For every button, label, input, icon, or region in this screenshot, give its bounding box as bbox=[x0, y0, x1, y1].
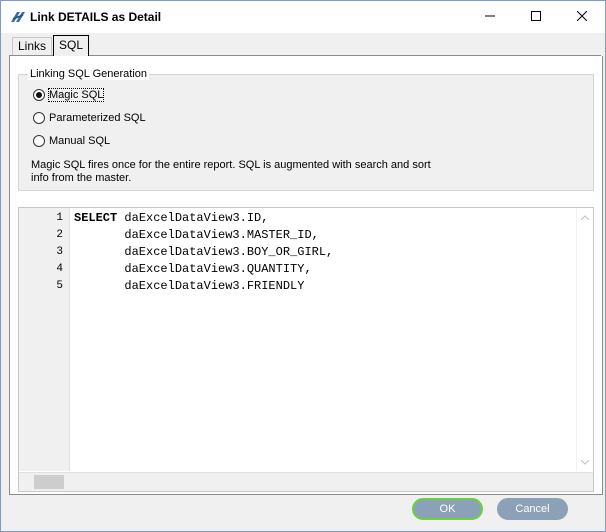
linking-sql-generation-group: Magic SQL Parameterized SQL Manual SQL M… bbox=[18, 74, 594, 191]
description-line-2: info from the master. bbox=[31, 172, 132, 184]
ok-button[interactable]: OK bbox=[412, 498, 483, 520]
line-number: 5 bbox=[56, 280, 63, 292]
line-number: 2 bbox=[56, 229, 63, 241]
title-bar[interactable]: Link DETAILS as Detail bbox=[1, 1, 605, 33]
code-text: daExcelDataView3.MASTER_ID, bbox=[74, 228, 319, 242]
tab-sql[interactable]: SQL bbox=[53, 35, 90, 57]
code-text: daExcelDataView3.FRIENDLY bbox=[74, 279, 305, 293]
horizontal-scrollbar[interactable] bbox=[19, 472, 593, 491]
radio-label-magic-sql[interactable]: Magic SQL bbox=[47, 88, 105, 102]
radio-label-parameterized-sql[interactable]: Parameterized SQL bbox=[49, 112, 146, 124]
scroll-up-icon[interactable] bbox=[577, 210, 593, 224]
maximize-icon bbox=[531, 10, 541, 24]
code-line: daExcelDataView3.FRIENDLY bbox=[74, 279, 304, 293]
code-text: daExcelDataView3.BOY_OR_GIRL, bbox=[74, 245, 334, 259]
minimize-button[interactable] bbox=[467, 1, 513, 33]
code-text: daExcelDataView3.QUANTITY, bbox=[74, 262, 312, 276]
dialog-window: Link DETAILS as Detail Links SQL Magic S… bbox=[0, 0, 606, 532]
code-line: daExcelDataView3.BOY_OR_GIRL, bbox=[74, 245, 333, 259]
description-text: Magic SQL fires once for the entire repo… bbox=[31, 159, 451, 185]
code-line: daExcelDataView3.QUANTITY, bbox=[74, 262, 312, 276]
sql-editor[interactable]: 1 2 3 4 5 SELECT daExcelDataView3.ID, da… bbox=[18, 207, 594, 492]
cancel-button[interactable]: Cancel bbox=[497, 498, 568, 520]
scroll-down-icon[interactable] bbox=[577, 455, 593, 469]
window-title: Link DETAILS as Detail bbox=[30, 10, 162, 24]
line-number-gutter: 1 2 3 4 5 bbox=[19, 208, 70, 471]
maximize-button[interactable] bbox=[513, 1, 559, 33]
minimize-icon bbox=[485, 11, 495, 24]
description-line-1: Magic SQL fires once for the entire repo… bbox=[31, 159, 431, 171]
tab-links[interactable]: Links bbox=[12, 37, 53, 55]
vertical-scrollbar[interactable] bbox=[576, 208, 593, 471]
code-line: daExcelDataView3.MASTER_ID, bbox=[74, 228, 319, 242]
code-area[interactable]: SELECT daExcelDataView3.ID, daExcelDataV… bbox=[74, 208, 564, 471]
line-number: 3 bbox=[56, 246, 63, 258]
code-line: SELECT daExcelDataView3.ID, bbox=[74, 211, 268, 225]
radio-parameterized-sql[interactable]: Parameterized SQL bbox=[33, 112, 146, 124]
line-number: 1 bbox=[56, 212, 63, 224]
radio-button-selected[interactable] bbox=[33, 89, 45, 101]
sql-keyword: SELECT bbox=[74, 211, 118, 225]
line-number: 4 bbox=[56, 263, 63, 275]
radio-magic-sql[interactable]: Magic SQL bbox=[33, 88, 105, 102]
horizontal-scroll-thumb[interactable] bbox=[34, 475, 64, 489]
code-text: daExcelDataView3.ID, bbox=[117, 211, 269, 225]
link-app-icon bbox=[9, 9, 27, 25]
radio-manual-sql[interactable]: Manual SQL bbox=[33, 135, 110, 147]
tab-content-sql: Magic SQL Parameterized SQL Manual SQL M… bbox=[9, 56, 603, 495]
tab-strip: Links SQL bbox=[9, 35, 601, 57]
close-icon bbox=[576, 10, 588, 24]
radio-label-manual-sql[interactable]: Manual SQL bbox=[49, 135, 110, 147]
radio-button[interactable] bbox=[33, 112, 45, 124]
radio-button[interactable] bbox=[33, 135, 45, 147]
group-legend: Linking SQL Generation bbox=[28, 68, 149, 80]
close-button[interactable] bbox=[559, 1, 605, 33]
